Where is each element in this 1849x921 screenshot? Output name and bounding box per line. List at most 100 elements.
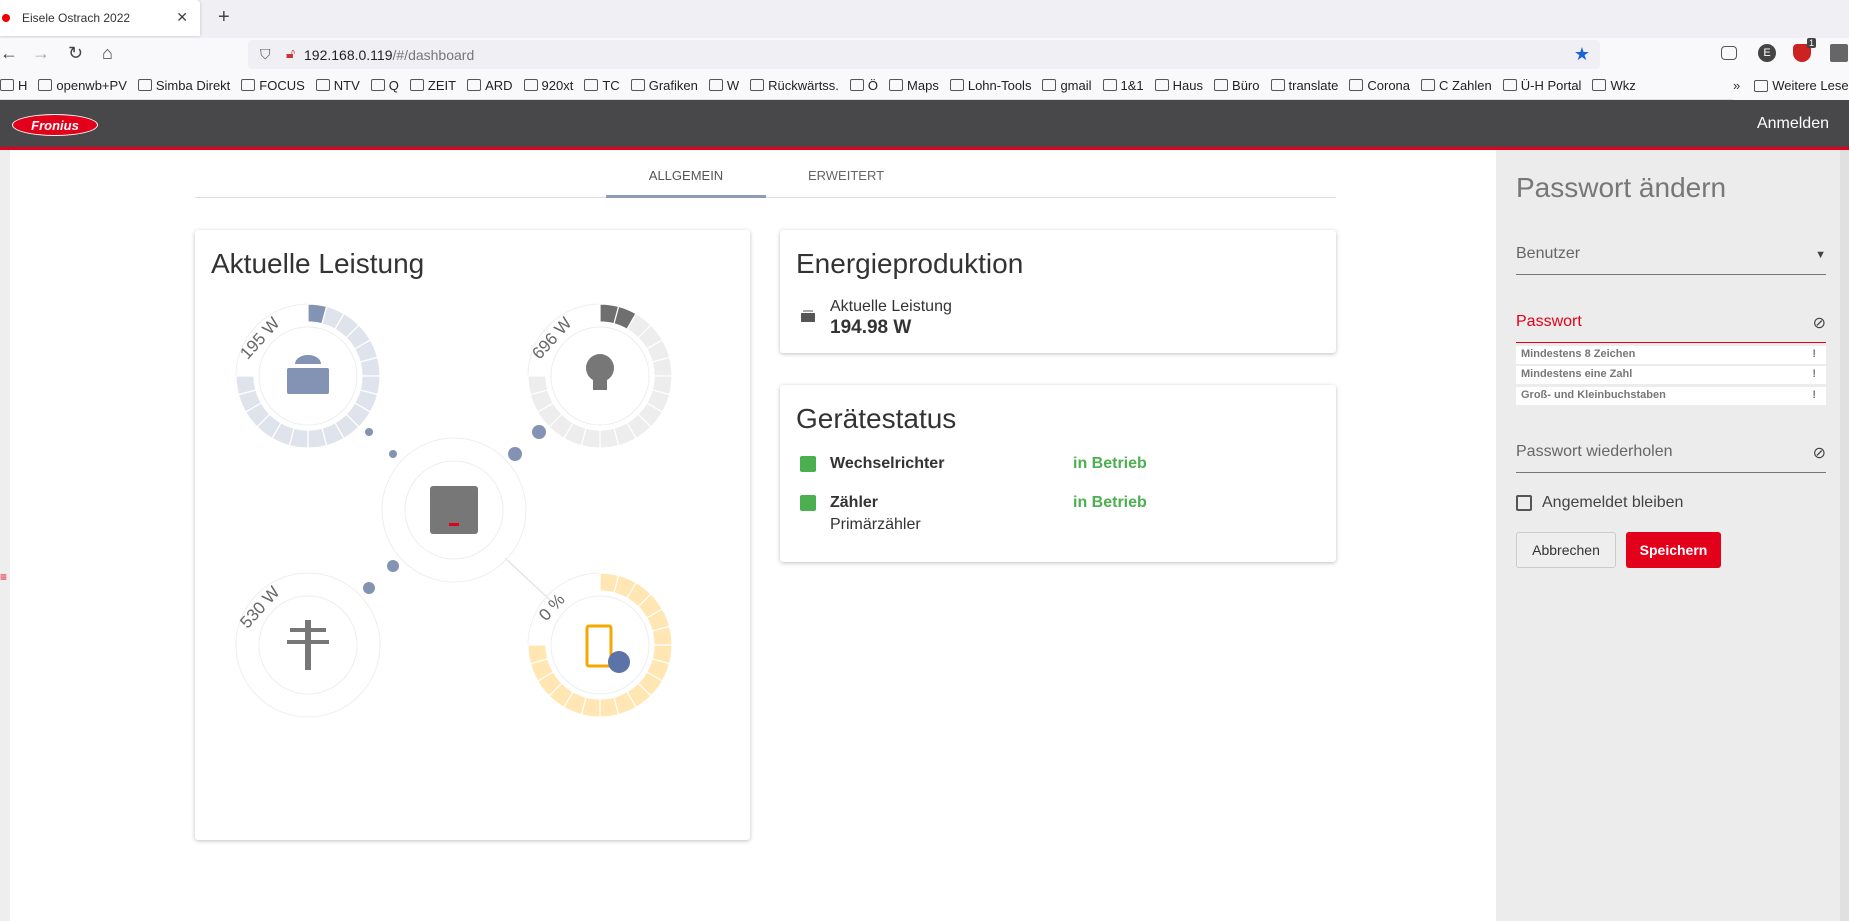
bookmark-item[interactable]: 920xt bbox=[523, 77, 574, 93]
bookmark-icon bbox=[315, 79, 330, 91]
ublock-badge: 1 bbox=[1806, 38, 1816, 48]
new-tab-button[interactable]: + bbox=[218, 6, 230, 29]
password-rule: Mindestens 8 Zeichen! bbox=[1516, 346, 1826, 364]
close-tab-icon[interactable]: ✕ bbox=[176, 9, 188, 26]
bookmark-label: C Zahlen bbox=[1439, 77, 1492, 93]
bookmark-item[interactable]: H bbox=[0, 78, 27, 93]
bookmark-item[interactable]: translate bbox=[1270, 78, 1338, 93]
repeat-password-field[interactable]: Passwort wiederholen ⊘ bbox=[1516, 443, 1826, 473]
browser-tab-bar: Eisele Ostrach 2022 ✕ + bbox=[0, 0, 1849, 38]
password-field[interactable]: Passwort ⊘ bbox=[1516, 313, 1826, 343]
bookmark-item[interactable]: Ü-H Portal bbox=[1502, 78, 1581, 93]
browser-tab[interactable]: Eisele Ostrach 2022 ✕ bbox=[0, 0, 200, 36]
remember-checkbox[interactable]: Angemeldet bleiben bbox=[1516, 494, 1683, 512]
bookmark-label: NTV bbox=[333, 77, 360, 93]
fronius-logo[interactable]: Fronius bbox=[12, 114, 98, 136]
bookmark-item[interactable]: FOCUS bbox=[241, 78, 305, 93]
home-icon[interactable]: ⌂ bbox=[102, 43, 113, 64]
bookmark-item[interactable]: Lohn-Tools bbox=[949, 78, 1031, 93]
bookmark-item[interactable]: openwb+PV bbox=[38, 78, 127, 93]
repeat-label: Passwort wiederholen bbox=[1516, 443, 1673, 460]
bookmark-item[interactable]: Büro bbox=[1214, 78, 1260, 93]
bookmark-icon bbox=[1592, 79, 1607, 91]
bookmark-icon bbox=[750, 79, 765, 91]
bookmark-icon bbox=[1102, 79, 1117, 91]
bookmark-label: FOCUS bbox=[259, 77, 305, 93]
bookmark-item[interactable]: ZEIT bbox=[409, 78, 456, 93]
bookmark-icon bbox=[849, 79, 864, 91]
bookmark-item[interactable]: C Zahlen bbox=[1421, 78, 1492, 93]
rule-mark: ! bbox=[1812, 389, 1816, 401]
bookmark-icon bbox=[1270, 79, 1285, 91]
login-link[interactable]: Anmelden bbox=[1757, 115, 1829, 133]
ublock-icon[interactable]: 1 bbox=[1793, 38, 1816, 62]
light-bulb-base bbox=[593, 380, 607, 390]
dropdown-arrow-icon: ▼ bbox=[1815, 249, 1826, 261]
bookmark-icon bbox=[1421, 79, 1436, 91]
scrollbar[interactable] bbox=[1840, 150, 1849, 921]
bookmark-item[interactable]: TC bbox=[584, 78, 620, 93]
energy-card: Energieproduktion Aktuelle Leistung 194.… bbox=[780, 230, 1336, 353]
bookmark-item[interactable]: Grafiken bbox=[630, 78, 698, 93]
bookmark-item[interactable]: 1&1 bbox=[1102, 77, 1144, 93]
extension-icon[interactable] bbox=[1830, 44, 1848, 62]
tab-title: Eisele Ostrach 2022 bbox=[22, 11, 131, 25]
bookmark-folder-more[interactable]: Weitere Lese bbox=[1754, 78, 1849, 93]
bookmark-label: W bbox=[726, 77, 740, 93]
bookmark-item[interactable]: W bbox=[708, 77, 740, 93]
tab-allgemein[interactable]: ALLGEMEIN bbox=[606, 168, 766, 198]
cancel-button[interactable]: Abbrechen bbox=[1516, 532, 1616, 568]
reload-icon[interactable]: ↻ bbox=[68, 43, 83, 64]
bookmark-item[interactable]: Ö bbox=[849, 77, 879, 93]
bookmark-item[interactable]: Corona bbox=[1349, 78, 1410, 93]
save-button[interactable]: Speichern bbox=[1626, 532, 1721, 568]
insecure-lock-icon[interactable]: 🔓︎ bbox=[286, 45, 295, 62]
remember-label: Angemeldet bleiben bbox=[1542, 494, 1684, 511]
meter-icon bbox=[800, 495, 816, 511]
bookmark-icon bbox=[1349, 79, 1364, 91]
bookmark-label: ARD bbox=[485, 77, 513, 93]
bookmarks-overflow: » Weitere Lese bbox=[1733, 71, 1849, 100]
bookmark-item[interactable]: Maps bbox=[889, 78, 939, 93]
eye-off-icon[interactable]: ⊘ bbox=[1813, 313, 1826, 333]
bookmark-icon bbox=[949, 79, 964, 91]
chevron-double-icon[interactable]: » bbox=[1733, 78, 1740, 93]
bookmark-item[interactable]: Simba Direkt bbox=[137, 77, 231, 93]
bookmark-item[interactable]: ARD bbox=[467, 77, 513, 93]
bookmark-item[interactable]: Rückwärtss. bbox=[750, 78, 839, 93]
bookmark-label: Rückwärtss. bbox=[768, 77, 839, 93]
bookmark-label: 1&1 bbox=[1120, 77, 1144, 93]
bookmark-item[interactable]: gmail bbox=[1042, 78, 1092, 93]
bookmark-star-icon[interactable]: ★ bbox=[1574, 44, 1590, 65]
forward-icon[interactable]: → bbox=[32, 43, 50, 64]
back-icon[interactable]: ← bbox=[0, 43, 18, 64]
device-state: in Betrieb bbox=[1073, 455, 1147, 472]
eye-off-icon[interactable]: ⊘ bbox=[1813, 443, 1826, 463]
pocket-icon[interactable] bbox=[1721, 46, 1737, 60]
password-label: Passwort bbox=[1516, 313, 1582, 330]
rule-text: Mindestens eine Zahl bbox=[1521, 368, 1633, 380]
left-menu-strip[interactable]: ≡ bbox=[0, 150, 10, 921]
bookmark-label: Q bbox=[388, 77, 399, 93]
password-rule: Groß- und Kleinbuchstaben! bbox=[1516, 387, 1826, 405]
bookmark-label: H bbox=[18, 77, 28, 93]
power-flow-diagram: 195 W 696 W530 W0 % bbox=[235, 303, 673, 718]
folder-icon bbox=[1754, 79, 1769, 92]
checkbox-icon[interactable] bbox=[1516, 495, 1532, 511]
bookmark-item[interactable]: Wkz bbox=[1592, 78, 1636, 93]
bookmark-label: 920xt bbox=[541, 77, 574, 93]
bookmark-icon bbox=[1042, 79, 1057, 91]
tab-erweitert[interactable]: ERWEITERT bbox=[766, 168, 926, 183]
user-select[interactable]: Benutzer ▼ bbox=[1516, 245, 1826, 275]
url-bar[interactable]: ⛉ 🔓︎ 192.168.0.119/#/dashboard ★ bbox=[248, 40, 1600, 69]
menu-icon[interactable]: ≡ bbox=[0, 570, 7, 584]
account-icon[interactable]: E bbox=[1758, 44, 1776, 62]
bookmark-item[interactable]: NTV bbox=[315, 77, 360, 93]
status-card: Gerätestatus Wechselrichter in Betrieb Z… bbox=[780, 385, 1336, 562]
bookmark-item[interactable]: Haus bbox=[1154, 78, 1203, 93]
bookmark-item[interactable]: Q bbox=[370, 77, 399, 93]
rule-mark: ! bbox=[1812, 348, 1816, 360]
bookmark-label: Ö bbox=[867, 77, 879, 93]
shield-icon[interactable]: ⛉ bbox=[260, 46, 271, 63]
bookmark-label: Simba Direkt bbox=[155, 77, 231, 93]
